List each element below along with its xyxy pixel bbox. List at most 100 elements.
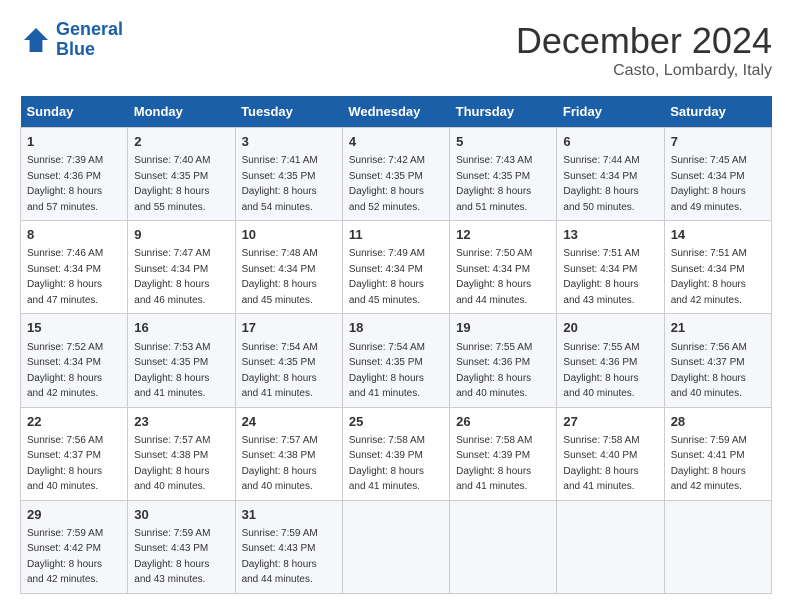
day-info: Sunrise: 7:58 AMSunset: 4:40 PMDaylight:… xyxy=(563,435,639,493)
calendar-day-cell: 16 Sunrise: 7:53 AMSunset: 4:35 PMDaylig… xyxy=(128,314,235,407)
calendar-day-cell: 8 Sunrise: 7:46 AMSunset: 4:34 PMDayligh… xyxy=(21,221,128,314)
calendar-week-row: 22 Sunrise: 7:56 AMSunset: 4:37 PMDaylig… xyxy=(21,407,772,500)
day-info: Sunrise: 7:43 AMSunset: 4:35 PMDaylight:… xyxy=(456,155,532,213)
location-subtitle: Casto, Lombardy, Italy xyxy=(516,62,772,80)
day-info: Sunrise: 7:47 AMSunset: 4:34 PMDaylight:… xyxy=(134,248,210,306)
calendar-day-cell: 9 Sunrise: 7:47 AMSunset: 4:34 PMDayligh… xyxy=(128,221,235,314)
day-number: 16 xyxy=(134,319,228,337)
weekday-header: Tuesday xyxy=(235,96,342,128)
logo-text: General Blue xyxy=(56,20,123,60)
day-number: 9 xyxy=(134,226,228,244)
day-info: Sunrise: 7:55 AMSunset: 4:36 PMDaylight:… xyxy=(563,342,639,400)
day-number: 15 xyxy=(27,319,121,337)
calendar-day-cell: 18 Sunrise: 7:54 AMSunset: 4:35 PMDaylig… xyxy=(342,314,449,407)
day-info: Sunrise: 7:46 AMSunset: 4:34 PMDaylight:… xyxy=(27,248,103,306)
day-info: Sunrise: 7:51 AMSunset: 4:34 PMDaylight:… xyxy=(671,248,747,306)
day-info: Sunrise: 7:54 AMSunset: 4:35 PMDaylight:… xyxy=(349,342,425,400)
day-info: Sunrise: 7:52 AMSunset: 4:34 PMDaylight:… xyxy=(27,342,103,400)
day-info: Sunrise: 7:56 AMSunset: 4:37 PMDaylight:… xyxy=(27,435,103,493)
day-number: 23 xyxy=(134,413,228,431)
day-number: 22 xyxy=(27,413,121,431)
day-info: Sunrise: 7:54 AMSunset: 4:35 PMDaylight:… xyxy=(242,342,318,400)
day-number: 6 xyxy=(563,133,657,151)
logo-icon xyxy=(20,24,52,56)
day-number: 2 xyxy=(134,133,228,151)
day-info: Sunrise: 7:59 AMSunset: 4:41 PMDaylight:… xyxy=(671,435,747,493)
day-number: 12 xyxy=(456,226,550,244)
calendar-day-cell: 11 Sunrise: 7:49 AMSunset: 4:34 PMDaylig… xyxy=(342,221,449,314)
day-number: 30 xyxy=(134,506,228,524)
day-number: 20 xyxy=(563,319,657,337)
day-number: 31 xyxy=(242,506,336,524)
calendar-day-cell: 14 Sunrise: 7:51 AMSunset: 4:34 PMDaylig… xyxy=(664,221,771,314)
day-info: Sunrise: 7:59 AMSunset: 4:43 PMDaylight:… xyxy=(242,528,318,586)
calendar-week-row: 1 Sunrise: 7:39 AMSunset: 4:36 PMDayligh… xyxy=(21,128,772,221)
day-number: 4 xyxy=(349,133,443,151)
calendar-day-cell: 4 Sunrise: 7:42 AMSunset: 4:35 PMDayligh… xyxy=(342,128,449,221)
calendar-day-cell: 31 Sunrise: 7:59 AMSunset: 4:43 PMDaylig… xyxy=(235,500,342,593)
weekday-header: Friday xyxy=(557,96,664,128)
day-info: Sunrise: 7:55 AMSunset: 4:36 PMDaylight:… xyxy=(456,342,532,400)
calendar-day-cell: 22 Sunrise: 7:56 AMSunset: 4:37 PMDaylig… xyxy=(21,407,128,500)
day-number: 14 xyxy=(671,226,765,244)
calendar-day-cell xyxy=(342,500,449,593)
weekday-header: Thursday xyxy=(450,96,557,128)
calendar-day-cell: 27 Sunrise: 7:58 AMSunset: 4:40 PMDaylig… xyxy=(557,407,664,500)
day-number: 17 xyxy=(242,319,336,337)
day-number: 1 xyxy=(27,133,121,151)
calendar-header-row: SundayMondayTuesdayWednesdayThursdayFrid… xyxy=(21,96,772,128)
day-info: Sunrise: 7:42 AMSunset: 4:35 PMDaylight:… xyxy=(349,155,425,213)
calendar-week-row: 29 Sunrise: 7:59 AMSunset: 4:42 PMDaylig… xyxy=(21,500,772,593)
day-info: Sunrise: 7:51 AMSunset: 4:34 PMDaylight:… xyxy=(563,248,639,306)
day-number: 13 xyxy=(563,226,657,244)
day-number: 8 xyxy=(27,226,121,244)
day-info: Sunrise: 7:59 AMSunset: 4:43 PMDaylight:… xyxy=(134,528,210,586)
day-info: Sunrise: 7:59 AMSunset: 4:42 PMDaylight:… xyxy=(27,528,103,586)
day-info: Sunrise: 7:49 AMSunset: 4:34 PMDaylight:… xyxy=(349,248,425,306)
day-info: Sunrise: 7:45 AMSunset: 4:34 PMDaylight:… xyxy=(671,155,747,213)
calendar-day-cell xyxy=(557,500,664,593)
day-number: 7 xyxy=(671,133,765,151)
page-header: General Blue December 2024 Casto, Lombar… xyxy=(20,20,772,80)
day-number: 25 xyxy=(349,413,443,431)
calendar-day-cell: 2 Sunrise: 7:40 AMSunset: 4:35 PMDayligh… xyxy=(128,128,235,221)
weekday-header: Wednesday xyxy=(342,96,449,128)
day-number: 29 xyxy=(27,506,121,524)
calendar-day-cell: 25 Sunrise: 7:58 AMSunset: 4:39 PMDaylig… xyxy=(342,407,449,500)
calendar-day-cell: 6 Sunrise: 7:44 AMSunset: 4:34 PMDayligh… xyxy=(557,128,664,221)
calendar-week-row: 8 Sunrise: 7:46 AMSunset: 4:34 PMDayligh… xyxy=(21,221,772,314)
day-info: Sunrise: 7:57 AMSunset: 4:38 PMDaylight:… xyxy=(134,435,210,493)
logo: General Blue xyxy=(20,20,123,60)
weekday-header: Saturday xyxy=(664,96,771,128)
day-number: 28 xyxy=(671,413,765,431)
calendar-day-cell: 30 Sunrise: 7:59 AMSunset: 4:43 PMDaylig… xyxy=(128,500,235,593)
calendar-day-cell: 28 Sunrise: 7:59 AMSunset: 4:41 PMDaylig… xyxy=(664,407,771,500)
day-info: Sunrise: 7:53 AMSunset: 4:35 PMDaylight:… xyxy=(134,342,210,400)
weekday-header: Sunday xyxy=(21,96,128,128)
calendar-day-cell: 5 Sunrise: 7:43 AMSunset: 4:35 PMDayligh… xyxy=(450,128,557,221)
title-section: December 2024 Casto, Lombardy, Italy xyxy=(516,20,772,80)
calendar-day-cell: 21 Sunrise: 7:56 AMSunset: 4:37 PMDaylig… xyxy=(664,314,771,407)
calendar-day-cell xyxy=(664,500,771,593)
day-number: 3 xyxy=(242,133,336,151)
calendar-day-cell: 12 Sunrise: 7:50 AMSunset: 4:34 PMDaylig… xyxy=(450,221,557,314)
calendar-day-cell xyxy=(450,500,557,593)
day-info: Sunrise: 7:41 AMSunset: 4:35 PMDaylight:… xyxy=(242,155,318,213)
calendar-day-cell: 24 Sunrise: 7:57 AMSunset: 4:38 PMDaylig… xyxy=(235,407,342,500)
day-number: 11 xyxy=(349,226,443,244)
calendar-day-cell: 19 Sunrise: 7:55 AMSunset: 4:36 PMDaylig… xyxy=(450,314,557,407)
calendar-day-cell: 7 Sunrise: 7:45 AMSunset: 4:34 PMDayligh… xyxy=(664,128,771,221)
day-info: Sunrise: 7:56 AMSunset: 4:37 PMDaylight:… xyxy=(671,342,747,400)
calendar-day-cell: 23 Sunrise: 7:57 AMSunset: 4:38 PMDaylig… xyxy=(128,407,235,500)
calendar-day-cell: 3 Sunrise: 7:41 AMSunset: 4:35 PMDayligh… xyxy=(235,128,342,221)
day-number: 19 xyxy=(456,319,550,337)
day-info: Sunrise: 7:57 AMSunset: 4:38 PMDaylight:… xyxy=(242,435,318,493)
calendar-day-cell: 20 Sunrise: 7:55 AMSunset: 4:36 PMDaylig… xyxy=(557,314,664,407)
day-info: Sunrise: 7:58 AMSunset: 4:39 PMDaylight:… xyxy=(349,435,425,493)
calendar-day-cell: 13 Sunrise: 7:51 AMSunset: 4:34 PMDaylig… xyxy=(557,221,664,314)
calendar-week-row: 15 Sunrise: 7:52 AMSunset: 4:34 PMDaylig… xyxy=(21,314,772,407)
day-info: Sunrise: 7:44 AMSunset: 4:34 PMDaylight:… xyxy=(563,155,639,213)
month-title: December 2024 xyxy=(516,20,772,62)
day-info: Sunrise: 7:48 AMSunset: 4:34 PMDaylight:… xyxy=(242,248,318,306)
calendar-day-cell: 1 Sunrise: 7:39 AMSunset: 4:36 PMDayligh… xyxy=(21,128,128,221)
